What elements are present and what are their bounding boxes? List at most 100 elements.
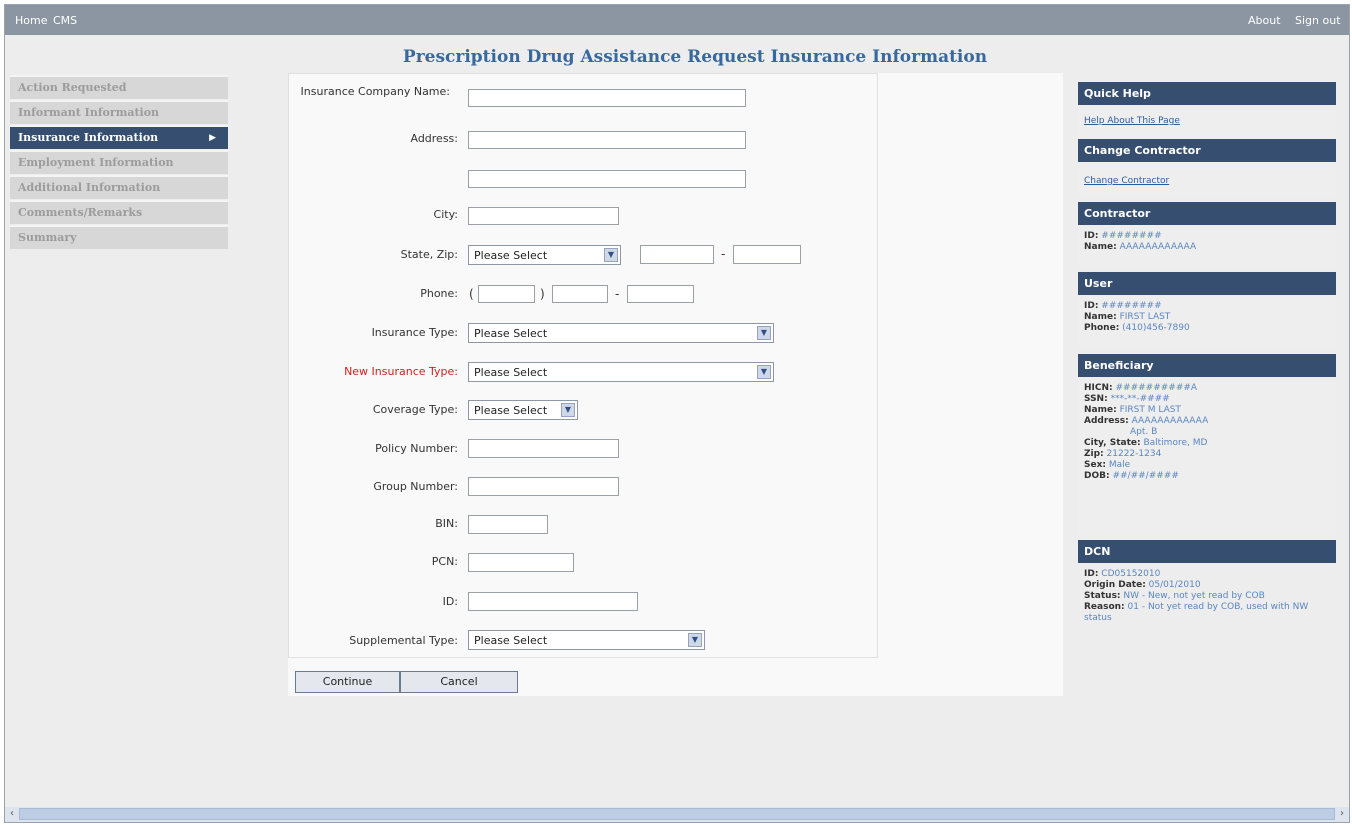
cms-link[interactable]: CMS (53, 14, 77, 27)
top-nav-bar: Home CMS About Sign out (5, 5, 1349, 35)
scroll-right-arrow-icon[interactable]: › (1336, 808, 1348, 820)
nav-item-summary[interactable]: Summary (10, 225, 228, 249)
address-line2-input[interactable] (468, 170, 746, 188)
address-label: Address: (410, 132, 458, 145)
beneficiary-address-line2-row: Apt. B (1084, 427, 1330, 438)
address-line1-input[interactable] (468, 131, 746, 149)
supplemental-type-label: Supplemental Type: (349, 634, 458, 647)
sign-out-link[interactable]: Sign out (1295, 14, 1341, 27)
continue-button[interactable]: Continue (295, 671, 400, 693)
chevron-down-icon: ▼ (604, 248, 618, 262)
user-id-row: ID: ######## (1084, 301, 1330, 312)
home-link[interactable]: Home (15, 14, 47, 27)
beneficiary-address-line2-value: Apt. B (1130, 427, 1158, 437)
nav-item-insurance-information[interactable]: Insurance Information ▶ (10, 125, 228, 149)
beneficiary-zip-key: Zip: (1084, 449, 1104, 459)
phone-open-paren: ( (469, 287, 474, 301)
supplemental-type-select[interactable]: Please Select ▼ (468, 630, 705, 650)
contractor-header: Contractor (1078, 202, 1336, 225)
beneficiary-name-key: Name: (1084, 405, 1117, 415)
nav-item-employment-information[interactable]: Employment Information (10, 150, 228, 174)
beneficiary-hicn-value: ##########A (1115, 383, 1198, 393)
nav-item-action-requested[interactable]: Action Requested (10, 75, 228, 99)
id-label: ID: (442, 595, 458, 608)
policy-number-label: Policy Number: (375, 442, 458, 455)
bin-input[interactable] (468, 515, 548, 534)
contractor-name-value: AAAAAAAAAAAA (1119, 242, 1197, 252)
contractor-name-row: Name: AAAAAAAAAAAA (1084, 242, 1330, 253)
dcn-origin-value: 05/01/2010 (1148, 580, 1201, 590)
user-header: User (1078, 272, 1336, 295)
dcn-status-row: Status: NW - New, not yet read by COB (1084, 591, 1330, 602)
coverage-type-label: Coverage Type: (372, 403, 458, 416)
beneficiary-zip-value: 21222-1234 (1106, 449, 1162, 459)
dcn-panel: ID: CD05152010 Origin Date: 05/01/2010 S… (1078, 563, 1336, 659)
nav-item-additional-information[interactable]: Additional Information (10, 175, 228, 199)
dcn-reason-row: Reason: 01 - Not yet read by COB, used w… (1084, 602, 1330, 624)
insurance-type-select-value: Please Select (474, 327, 548, 340)
user-name-value: FIRST LAST (1119, 312, 1171, 322)
new-insurance-type-select[interactable]: Please Select ▼ (468, 362, 774, 382)
bin-label: BIN: (435, 517, 458, 530)
group-number-label: Group Number: (373, 480, 458, 493)
user-phone-value: (410)456-7890 (1122, 323, 1190, 333)
beneficiary-sex-key: Sex: (1084, 460, 1106, 470)
scroll-left-arrow-icon[interactable]: ‹ (6, 808, 18, 820)
insurance-company-name-input[interactable] (468, 89, 746, 107)
beneficiary-ssn-key: SSN: (1084, 394, 1108, 404)
coverage-type-select[interactable]: Please Select ▼ (468, 400, 578, 420)
zip-input[interactable] (640, 245, 714, 264)
supplemental-type-select-value: Please Select (474, 634, 548, 647)
group-number-input[interactable] (468, 477, 619, 496)
zip-extension-input[interactable] (733, 245, 801, 264)
chevron-down-icon: ▼ (561, 403, 575, 417)
help-about-page-link[interactable]: Help About This Page (1084, 116, 1180, 126)
dcn-id-key: ID: (1084, 569, 1099, 579)
contractor-panel: ID: ######## Name: AAAAAAAAAAAA (1078, 225, 1336, 267)
insurance-type-label: Insurance Type: (371, 326, 458, 339)
phone-area-code-input[interactable] (478, 285, 535, 303)
city-input[interactable] (468, 207, 619, 225)
state-select[interactable]: Please Select ▼ (468, 245, 621, 265)
pcn-input[interactable] (468, 553, 574, 572)
policy-number-input[interactable] (468, 439, 619, 458)
beneficiary-sex-row: Sex: Male (1084, 460, 1330, 471)
chevron-down-icon: ▼ (688, 633, 702, 647)
cancel-button[interactable]: Cancel (400, 671, 518, 693)
phone-prefix-input[interactable] (552, 285, 608, 303)
change-contractor-link[interactable]: Change Contractor (1084, 176, 1169, 186)
nav-item-informant-information[interactable]: Informant Information (10, 100, 228, 124)
dcn-id-row: ID: CD05152010 (1084, 569, 1330, 580)
nav-item-comments-remarks[interactable]: Comments/Remarks (10, 200, 228, 224)
contractor-id-value: ######## (1101, 231, 1162, 241)
chevron-down-icon: ▼ (757, 365, 771, 379)
user-name-key: Name: (1084, 312, 1117, 322)
beneficiary-dob-row: DOB: ##/##/#### (1084, 471, 1330, 482)
about-link[interactable]: About (1248, 14, 1281, 27)
nav-item-label: Summary (18, 231, 77, 244)
beneficiary-sex-value: Male (1108, 460, 1131, 470)
beneficiary-citystate-row: City, State: Baltimore, MD (1084, 438, 1330, 449)
phone-label: Phone: (420, 287, 458, 300)
state-zip-label: State, Zip: (400, 248, 458, 261)
user-panel: ID: ######## Name: FIRST LAST Phone: (41… (1078, 295, 1336, 346)
user-name-row: Name: FIRST LAST (1084, 312, 1330, 323)
zip-separator: - (721, 247, 726, 261)
scrollbar-thumb[interactable] (19, 808, 1335, 820)
nav-item-label: Action Requested (18, 81, 127, 94)
coverage-type-select-value: Please Select (474, 404, 548, 417)
city-label: City: (433, 208, 458, 221)
horizontal-scrollbar[interactable]: ‹ › (5, 807, 1349, 822)
dcn-status-key: Status: (1084, 591, 1121, 601)
id-input[interactable] (468, 592, 638, 611)
contractor-id-key: ID: (1084, 231, 1099, 241)
beneficiary-citystate-value: Baltimore, MD (1143, 438, 1208, 448)
nav-item-label: Insurance Information (18, 131, 159, 144)
insurance-company-name-label: Insurance Company Name: (300, 85, 450, 98)
beneficiary-panel: HICN: ##########A SSN: ***-**-#### Name:… (1078, 377, 1336, 535)
insurance-type-select[interactable]: Please Select ▼ (468, 323, 774, 343)
phone-line-input[interactable] (627, 285, 694, 303)
user-phone-row: Phone: (410)456-7890 (1084, 323, 1330, 334)
contractor-name-key: Name: (1084, 242, 1117, 252)
beneficiary-name-row: Name: FIRST M LAST (1084, 405, 1330, 416)
